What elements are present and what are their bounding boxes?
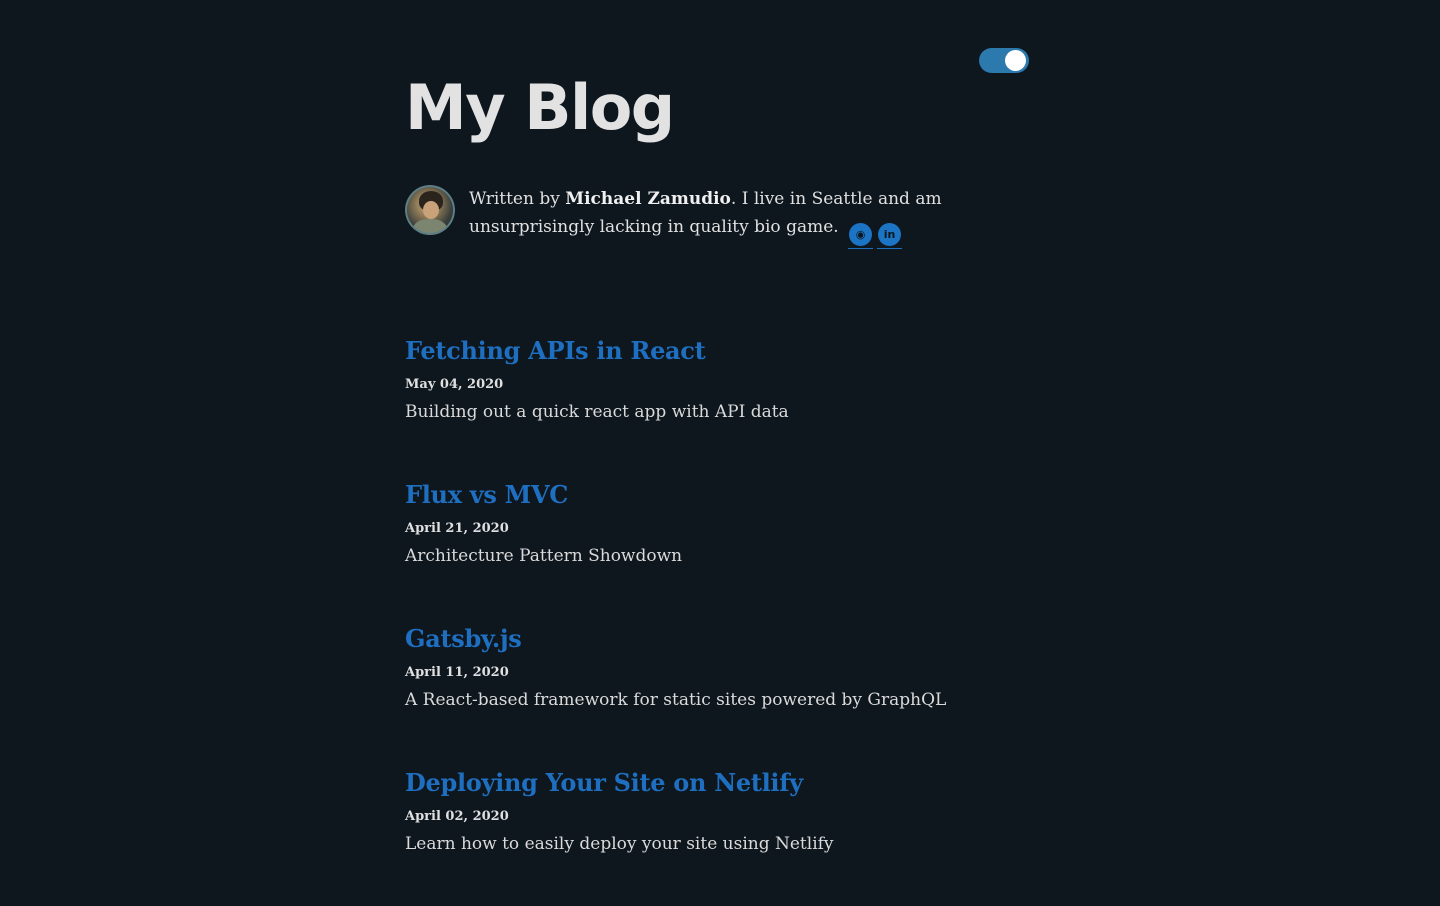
post-item: Deploying Your Site on Netlify April 02,…: [405, 762, 1030, 906]
github-link[interactable]: ◉: [848, 223, 874, 249]
bio-author: Michael Zamudio: [565, 189, 731, 209]
post-list: Fetching APIs in React May 04, 2020 Buil…: [405, 330, 1030, 906]
post-description: A React-based framework for static sites…: [405, 690, 947, 710]
post-title-link[interactable]: Deploying Your Site on Netlify: [405, 762, 803, 804]
site-title[interactable]: My Blog: [405, 68, 675, 148]
github-icon: ◉: [849, 223, 873, 246]
bio-text: Written by Michael Zamudio. I live in Se…: [469, 185, 1030, 249]
post-item: Fetching APIs in React May 04, 2020 Buil…: [405, 330, 1030, 474]
post-date: May 04, 2020: [405, 377, 504, 392]
post-title-link[interactable]: Flux vs MVC: [405, 474, 568, 516]
theme-toggle[interactable]: [979, 48, 1029, 73]
post-item: Flux vs MVC April 21, 2020 Architecture …: [405, 474, 1030, 618]
post-description: Building out a quick react app with API …: [405, 402, 789, 422]
toggle-knob: [1005, 50, 1026, 71]
post-date: April 11, 2020: [405, 665, 509, 680]
post-description: Architecture Pattern Showdown: [405, 546, 683, 566]
post-date: April 21, 2020: [405, 521, 509, 536]
avatar: [405, 185, 455, 235]
post-item: Gatsby.js April 11, 2020 A React-based f…: [405, 618, 1030, 762]
post-description: Learn how to easily deploy your site usi…: [405, 834, 834, 854]
post-title-link[interactable]: Fetching APIs in React: [405, 330, 706, 372]
linkedin-link[interactable]: in: [877, 223, 903, 249]
bio: Written by Michael Zamudio. I live in Se…: [405, 185, 1030, 249]
post-date: April 02, 2020: [405, 809, 509, 824]
bio-prefix: Written by: [469, 189, 566, 209]
post-title-link[interactable]: Gatsby.js: [405, 618, 522, 660]
linkedin-icon: in: [878, 223, 902, 246]
